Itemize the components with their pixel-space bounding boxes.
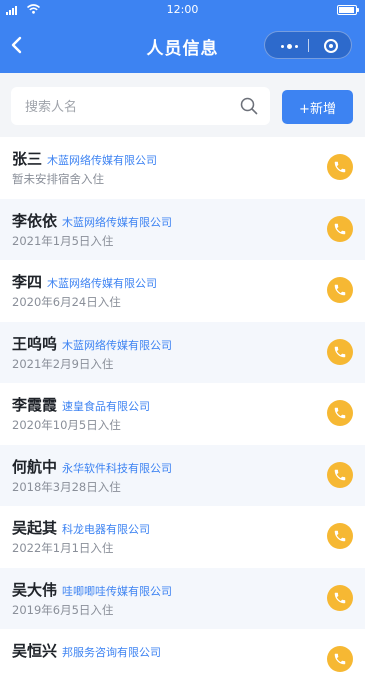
phone-icon[interactable]: [327, 523, 353, 549]
person-name: 李依依: [12, 211, 58, 230]
phone-glyph: [334, 469, 346, 480]
checkin-status: 2021年2月9日入住: [12, 356, 114, 371]
search-bar: +新增: [0, 73, 365, 137]
checkin-status: 2020年6月24日入住: [12, 295, 121, 309]
person-company: 科龙电器有限公司: [62, 523, 151, 536]
person-name: 吴恒兴: [12, 642, 58, 660]
phone-icon[interactable]: [327, 154, 353, 180]
person-header: 吴恒兴 邦服务咨询有限公司: [12, 640, 161, 661]
list-item[interactable]: 吴起其 科龙电器有限公司 2022年1月1日入住: [0, 506, 365, 568]
phone-glyph: [334, 223, 346, 234]
phone-icon[interactable]: [327, 461, 353, 488]
list-item[interactable]: 吴大伟 哇唧唧哇传媒有限公司 2019年6月5日入住: [0, 567, 365, 629]
list-item[interactable]: 吴恒兴 邦服务咨询有限公司: [0, 629, 365, 691]
person-header: 张三 木蓝网络传媒有限公司: [12, 148, 157, 169]
person-header: 李霞霞 速皇食品有限公司: [12, 394, 150, 415]
checkin-status: 2020年10月5日入住: [12, 418, 121, 432]
phone-glyph: [334, 530, 346, 542]
battery-icon: [337, 5, 359, 15]
list-item[interactable]: 李霞霞 速皇食品有限公司 2020年10月5日入住: [0, 383, 365, 445]
phone-icon[interactable]: [327, 338, 353, 365]
phone-glyph: [334, 653, 346, 665]
list-item[interactable]: 张三 木蓝网络传媒有限公司暂未安排宿舍入住: [0, 137, 365, 199]
person-name: 吴大伟: [12, 580, 58, 599]
person-name: 李霞霞: [12, 396, 58, 414]
checkin-status: 2019年6月5日入住: [12, 602, 114, 617]
checkin-status: 2018年3月28日入住: [12, 479, 121, 494]
people-list: 张三 木蓝网络传媒有限公司 暂未安排宿舍入住 李依依 木蓝网络传媒有限公司 2021年1月…: [0, 137, 365, 691]
person-company: 木蓝网络传媒有限公司: [62, 215, 173, 229]
person-name: 王呜呜: [12, 334, 58, 353]
person-company: 木蓝网络传媒有限公司: [47, 277, 158, 290]
person-name: 吴起其: [12, 519, 58, 537]
list-item[interactable]: 李依依 木蓝网络传媒有限公司 2021年1月5日入住: [0, 198, 365, 260]
mini-program-capsule: [264, 31, 352, 59]
list-item[interactable]: 何航中 永华软件科技有限公司 2018年3月28日入住: [0, 444, 365, 506]
person-header: 李四 木蓝网络传媒有限公司: [12, 271, 157, 292]
person-company: 永华软件科技有限公司: [62, 461, 173, 475]
search-input[interactable]: [23, 87, 237, 127]
list-item[interactable]: 李四 木蓝网络传媒有限公司 2020年6月24日入住: [0, 260, 365, 322]
person-company: 哇唧唧哇传媒有限公司: [62, 584, 173, 598]
capsule-divider: [308, 39, 309, 52]
checkin-status: 2021年1月5日入住: [12, 233, 114, 248]
nav-header: 12:00 人员信息: [0, 0, 365, 73]
add-person-button[interactable]: +新增: [282, 90, 353, 124]
phone-glyph: [334, 284, 346, 296]
person-header: 何航中 永华软件科技有限公司: [12, 456, 172, 477]
phone-glyph: [334, 161, 346, 173]
phone-icon[interactable]: [327, 584, 353, 611]
list-item[interactable]: 王呜呜 木蓝网络传媒有限公司 2021年2月9日入住: [0, 321, 365, 383]
person-company: 木蓝网络传媒有限公司: [62, 338, 173, 352]
person-company: 木蓝网络传媒有限公司: [47, 154, 158, 167]
phone-glyph: [334, 407, 346, 419]
phone-glyph: [334, 346, 346, 357]
more-dots-icon[interactable]: [281, 44, 298, 49]
person-header: 吴大伟 哇唧唧哇传媒有限公司: [12, 579, 172, 600]
status-time: 12:00: [166, 3, 199, 16]
phone-icon[interactable]: [327, 646, 353, 672]
phone-icon[interactable]: [327, 215, 353, 242]
close-circle-icon[interactable]: [324, 39, 338, 53]
search-box: [11, 87, 270, 127]
checkin-status: 2022年1月1日入住: [12, 541, 114, 555]
phone-glyph: [334, 592, 346, 603]
phone-icon[interactable]: [327, 277, 353, 303]
person-header: 王呜呜 木蓝网络传媒有限公司: [12, 333, 172, 354]
phone-icon[interactable]: [327, 400, 353, 426]
search-icon[interactable]: [240, 97, 258, 115]
person-company: 速皇食品有限公司: [62, 400, 151, 413]
status-bar: 12:00: [0, 0, 365, 22]
person-name: 李四: [12, 273, 43, 291]
person-name: 张三: [12, 150, 43, 168]
checkin-status: 暂未安排宿舍入住: [12, 172, 104, 186]
person-header: 吴起其 科龙电器有限公司: [12, 517, 150, 538]
person-header: 李依依 木蓝网络传媒有限公司: [12, 210, 172, 231]
person-name: 何航中: [12, 457, 58, 476]
